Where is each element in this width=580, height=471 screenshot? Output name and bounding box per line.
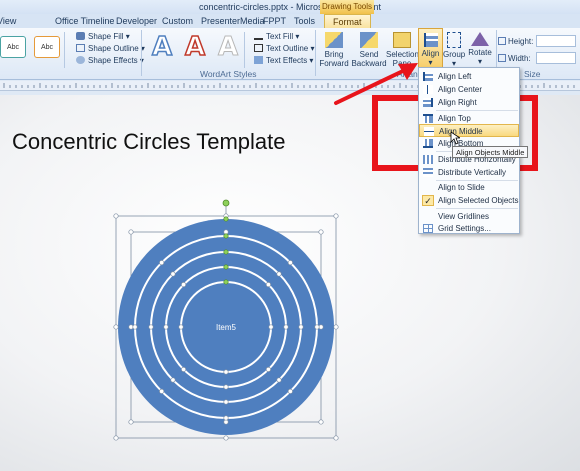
resize-handle[interactable] bbox=[333, 324, 339, 330]
center-circle-label: Item5 bbox=[216, 323, 237, 332]
menu-item-distribute-vertically[interactable]: Distribute Vertically bbox=[419, 166, 519, 179]
resize-handle[interactable] bbox=[287, 260, 293, 266]
resize-handle[interactable] bbox=[276, 271, 282, 277]
adjust-handle[interactable] bbox=[223, 216, 229, 222]
resize-handle[interactable] bbox=[181, 282, 187, 288]
resize-handle[interactable] bbox=[128, 419, 134, 425]
resize-handle[interactable] bbox=[287, 388, 293, 394]
resize-handle[interactable] bbox=[283, 324, 289, 330]
grid-settings-icon bbox=[423, 224, 433, 233]
resize-handle[interactable] bbox=[178, 324, 184, 330]
resize-handle[interactable] bbox=[148, 324, 154, 330]
align-center-icon bbox=[423, 85, 433, 94]
resize-handle[interactable] bbox=[223, 435, 229, 441]
resize-handle[interactable] bbox=[265, 366, 271, 372]
align-top-icon bbox=[423, 114, 433, 123]
resize-handle[interactable] bbox=[170, 377, 176, 383]
checkmark-icon: ✓ bbox=[422, 195, 434, 206]
resize-handle[interactable] bbox=[276, 377, 282, 383]
resize-handle[interactable] bbox=[223, 384, 229, 390]
resize-handle[interactable] bbox=[159, 260, 165, 266]
resize-handle[interactable] bbox=[298, 324, 304, 330]
resize-handle[interactable] bbox=[318, 229, 324, 235]
align-middle-tooltip: Align Objects Middle bbox=[452, 146, 529, 158]
resize-handle[interactable] bbox=[163, 324, 169, 330]
menu-item-align-middle[interactable]: Align Middle bbox=[419, 124, 519, 137]
adjust-handle[interactable] bbox=[223, 233, 229, 239]
menu-item-align-left[interactable]: Align Left bbox=[419, 70, 519, 83]
resize-handle[interactable] bbox=[113, 324, 119, 330]
resize-handle[interactable] bbox=[113, 435, 119, 441]
resize-handle[interactable] bbox=[333, 213, 339, 219]
resize-handle[interactable] bbox=[268, 324, 274, 330]
resize-handle[interactable] bbox=[223, 399, 229, 405]
adjust-handle[interactable] bbox=[223, 249, 229, 255]
resize-handle[interactable] bbox=[333, 435, 339, 441]
menu-item-align-to-slide[interactable]: Align to Slide bbox=[419, 181, 519, 194]
resize-handle[interactable] bbox=[113, 213, 119, 219]
resize-handle[interactable] bbox=[128, 229, 134, 235]
align-right-icon bbox=[423, 98, 433, 107]
resize-handle[interactable] bbox=[159, 388, 165, 394]
align-bottom-icon bbox=[423, 139, 433, 148]
adjust-handle[interactable] bbox=[223, 264, 229, 270]
resize-handle[interactable] bbox=[318, 419, 324, 425]
resize-handle[interactable] bbox=[181, 366, 187, 372]
rotate-handle[interactable] bbox=[222, 199, 230, 207]
resize-handle[interactable] bbox=[170, 271, 176, 277]
resize-handle[interactable] bbox=[223, 369, 229, 375]
menu-item-grid-settings[interactable]: Grid Settings... bbox=[419, 222, 519, 235]
align-middle-icon bbox=[424, 127, 434, 136]
resize-handle[interactable] bbox=[265, 282, 271, 288]
menu-item-align-selected-objects[interactable]: ✓ Align Selected Objects bbox=[419, 194, 519, 207]
resize-handle[interactable] bbox=[132, 324, 138, 330]
align-left-icon bbox=[423, 72, 433, 81]
adjust-handle[interactable] bbox=[223, 279, 229, 285]
resize-handle[interactable] bbox=[314, 324, 320, 330]
menu-item-align-center[interactable]: Align Center bbox=[419, 83, 519, 96]
resize-handle[interactable] bbox=[223, 415, 229, 421]
distribute-vertically-icon bbox=[423, 168, 433, 177]
mouse-cursor-icon bbox=[450, 131, 460, 145]
distribute-horizontally-icon bbox=[423, 155, 433, 164]
menu-item-align-right[interactable]: Align Right bbox=[419, 96, 519, 109]
